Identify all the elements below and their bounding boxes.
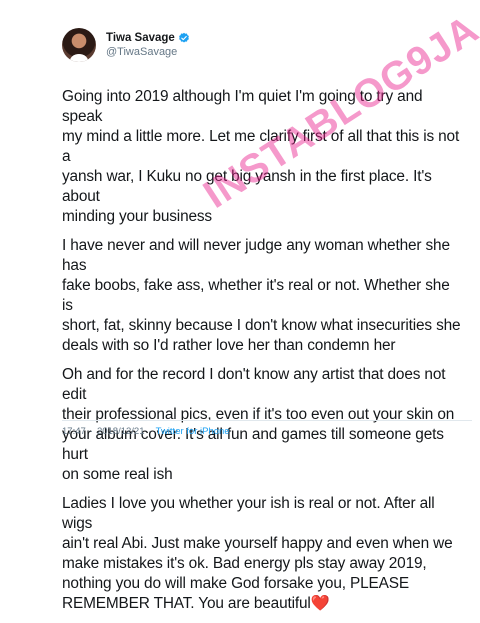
tweet-source-link[interactable]: Twitter for iPhone: [156, 426, 230, 437]
verified-badge-icon: [178, 32, 189, 43]
heart-icon: ❤️: [310, 595, 330, 612]
tweet-text: Going into 2019 although I'm quiet I'm g…: [62, 87, 462, 623]
tweet-paragraph-3: Oh and for the record I don't know any a…: [62, 366, 455, 483]
display-name[interactable]: Tiwa Savage: [106, 31, 175, 45]
meta-separator-2: ·: [148, 426, 152, 437]
tweet-paragraph-4-wrap: Ladies I love you whether your ish is re…: [62, 494, 462, 614]
meta-separator: ·: [89, 426, 93, 437]
tweet-paragraph-2: I have never and will never judge any wo…: [62, 237, 461, 354]
handle[interactable]: @TiwaSavage: [106, 45, 190, 59]
author-names: Tiwa Savage @TiwaSavage: [106, 31, 190, 59]
tweet-card: Tiwa Savage @TiwaSavage Going into 2019 …: [0, 0, 480, 612]
divider: [62, 420, 472, 421]
tweet-paragraph-4: Ladies I love you whether your ish is re…: [62, 495, 453, 612]
tweet-time[interactable]: 17:47: [62, 426, 86, 437]
name-row: Tiwa Savage: [106, 31, 190, 45]
tweet-header: Tiwa Savage @TiwaSavage: [62, 20, 190, 70]
tweet-meta: 17:47 · 2018/12/21 · Twitter for iPhone: [62, 426, 230, 437]
tweet-paragraph-1: Going into 2019 although I'm quiet I'm g…: [62, 88, 460, 225]
tweet-date[interactable]: 2018/12/21: [97, 426, 145, 437]
avatar[interactable]: [62, 28, 96, 62]
